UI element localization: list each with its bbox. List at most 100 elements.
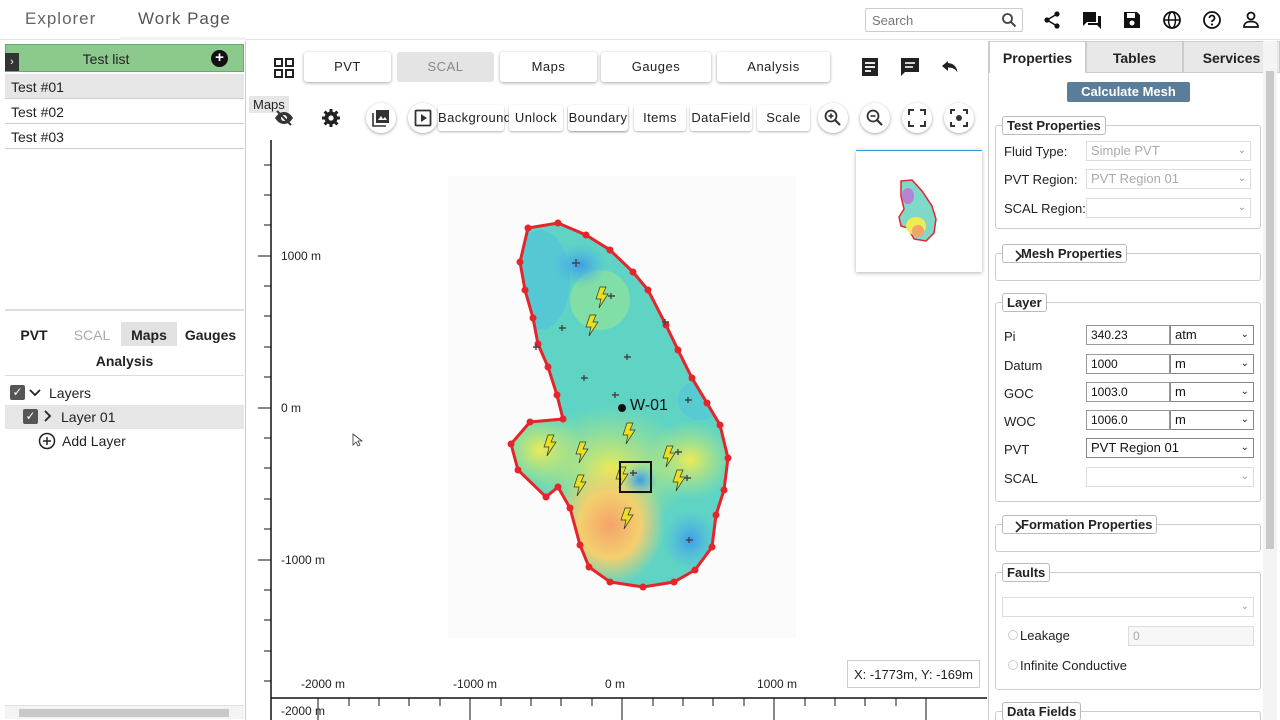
tab-pvt[interactable]: PVT [5,322,63,346]
chevron-down-icon: ⌄ [1240,471,1249,482]
layers-label: Layers [49,385,92,401]
woc-unit-select[interactable]: m ⌄ [1170,410,1254,430]
document-icon[interactable] [858,55,882,79]
chevron-down-icon: ⌄ [1240,601,1249,612]
leakage-radio[interactable] [1008,630,1018,640]
boundary-button[interactable]: Boundary [568,105,628,131]
pvt-region-value: PVT Region 01 [1091,171,1179,186]
tab-scal-main[interactable]: SCAL [397,52,494,82]
faults-section: Faults ⌄ Leakage 0 Infinite Conductive [995,563,1261,690]
faults-select[interactable]: ⌄ [1002,597,1254,617]
unlock-button[interactable]: Unlock [509,105,563,131]
chevron-right-icon[interactable] [1014,250,1022,262]
mesh-properties-section: Mesh Properties [995,244,1261,281]
add-layer-row[interactable]: Add Layer [5,429,244,453]
tab-analysis[interactable]: Analysis [5,353,244,369]
tab-maps-main[interactable]: Maps [500,52,597,82]
well-label[interactable]: W-01 [630,397,668,415]
undo-icon[interactable] [938,55,962,79]
horizontal-scrollbar[interactable] [5,705,244,719]
chevron-right-icon[interactable] [1014,521,1022,533]
goc-unit-select[interactable]: m ⌄ [1170,382,1254,402]
woc-input[interactable]: 1006.0 [1086,410,1170,430]
pi-input[interactable]: 340.23 [1086,325,1170,345]
user-icon[interactable] [1241,10,1261,30]
gear-icon[interactable] [316,103,346,133]
chevron-down-icon[interactable] [29,388,41,398]
panel-splitter[interactable] [5,309,244,311]
infinite-conductive-radio[interactable] [1008,660,1018,670]
x-tick-label: 1000 m [757,677,798,691]
pvt-select[interactable]: PVT Region 01 ⌄ [1086,438,1254,458]
tab-gauges[interactable]: Gauges [177,322,244,346]
scal-label: SCAL [1004,471,1038,486]
tab-analysis-main[interactable]: Analysis [717,52,830,82]
test-list-header: Test list + [5,44,244,72]
layer-item[interactable]: ✓ Layer 01 [5,405,244,429]
layer-checkbox[interactable]: ✓ [23,409,38,424]
y-tick-label: 0 m [281,401,302,415]
scal-select[interactable]: ⌄ [1086,467,1254,487]
comment-icon[interactable] [1082,10,1102,30]
woc-unit: m [1175,412,1186,427]
scale-button[interactable]: Scale [757,105,810,131]
search-icon[interactable] [1001,12,1017,28]
active-tab-indicator [120,37,246,40]
chevron-down-icon: ⌄ [1240,414,1249,425]
add-circle-icon[interactable] [38,432,56,450]
datum-input[interactable]: 1000 [1086,354,1170,374]
fluid-type-select[interactable]: Simple PVT ⌄ [1086,141,1251,161]
test-properties-section: Test Properties Fluid Type: Simple PVT ⌄ … [995,116,1261,229]
help-icon[interactable] [1202,10,1222,30]
woc-label: WOC [1004,414,1036,429]
test-item[interactable]: Test #01 [5,74,244,99]
items-button[interactable]: Items [634,105,686,131]
pvt-value: PVT Region 01 [1091,440,1179,455]
tab-tables[interactable]: Tables [1086,41,1183,73]
add-test-icon[interactable]: + [211,50,228,67]
pvt-region-select[interactable]: PVT Region 01 ⌄ [1086,169,1251,189]
formation-properties-toggle[interactable]: Formation Properties [1002,515,1158,534]
background-button[interactable]: Background [438,105,511,131]
comment-box-icon[interactable] [898,55,922,79]
minimap[interactable] [856,150,982,272]
tab-pvt-main[interactable]: PVT [304,52,391,82]
tab-explorer[interactable]: Explorer [25,9,96,29]
zoom-in-icon[interactable] [818,103,848,133]
test-item[interactable]: Test #03 [5,124,244,149]
grid-icon[interactable] [272,56,296,80]
tab-maps[interactable]: Maps [121,322,177,346]
faults-title: Faults [1002,563,1051,582]
calculate-mesh-button[interactable]: Calculate Mesh [1067,82,1190,102]
play-icon[interactable] [408,103,438,133]
tab-properties[interactable]: Properties [989,41,1086,73]
chevron-down-icon: ⌄ [1240,386,1249,397]
save-icon[interactable] [1122,10,1142,30]
chevron-right-icon[interactable] [43,410,53,422]
pi-label: Pi [1004,329,1016,344]
image-icon[interactable] [366,103,396,133]
focus-icon[interactable] [944,103,974,133]
scal-region-select[interactable]: ⌄ [1086,198,1251,218]
vertical-scrollbar[interactable] [1263,41,1277,720]
zoom-out-icon[interactable] [860,103,890,133]
tab-gauges-main[interactable]: Gauges [601,52,711,82]
share-icon[interactable] [1042,10,1062,30]
test-item[interactable]: Test #02 [5,99,244,124]
pi-unit-select[interactable]: atm ⌄ [1170,325,1254,345]
datum-unit-select[interactable]: m ⌄ [1170,354,1254,374]
fullscreen-icon[interactable] [902,103,932,133]
goc-input[interactable]: 1003.0 [1086,382,1170,402]
chevron-down-icon: ⌄ [1240,442,1249,453]
layers-root[interactable]: ✓ Layers [5,381,244,405]
tab-scal[interactable]: SCAL [63,322,121,346]
expand-panel-icon[interactable]: › [5,53,19,71]
tab-work-page[interactable]: Work Page [138,9,231,29]
leakage-input[interactable]: 0 [1128,626,1254,646]
globe-icon[interactable] [1162,10,1182,30]
layers-checkbox[interactable]: ✓ [10,385,25,400]
chevron-down-icon: ⌄ [1237,173,1246,184]
search-input[interactable] [866,9,990,31]
datafield-button[interactable]: DataField [690,105,752,131]
hide-icon[interactable] [269,103,299,133]
